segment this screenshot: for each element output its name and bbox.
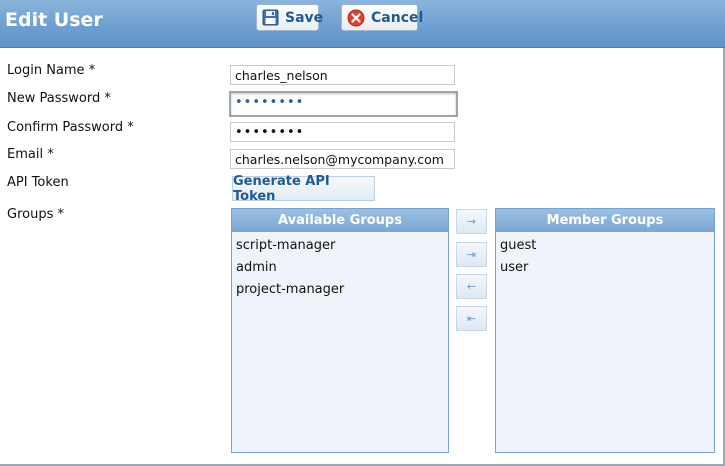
member-groups-header: Member Groups (496, 209, 714, 232)
arrow-right-all-icon: ⇥ (466, 248, 477, 261)
confirm-password-label: Confirm Password * (7, 120, 134, 135)
cancel-button[interactable]: Cancel (341, 4, 423, 31)
available-groups-list[interactable]: Available Groups script-manager admin proj… (231, 208, 449, 453)
remove-all-groups-button[interactable]: ⇤ (456, 306, 487, 331)
api-token-label: API Token (7, 175, 69, 190)
groups-label: Groups * (7, 207, 64, 222)
arrow-left-all-icon: ⇤ (466, 312, 477, 325)
new-password-label: New Password * (7, 91, 111, 106)
add-group-button[interactable]: → (456, 209, 487, 234)
add-all-groups-button[interactable]: ⇥ (456, 242, 487, 267)
new-password-field[interactable]: •••••••• (229, 91, 458, 117)
email-label: Email * (7, 147, 54, 162)
email-field[interactable]: charles.nelson@mycompany.com (230, 149, 455, 169)
list-item[interactable]: script-manager (236, 237, 444, 259)
generate-api-token-button[interactable]: Generate API Token (232, 174, 375, 204)
arrow-left-icon: ← (466, 280, 477, 293)
cancel-x-icon (347, 9, 365, 27)
available-groups-header: Available Groups (232, 209, 448, 232)
member-groups-list[interactable]: Member Groups guest user (495, 208, 715, 453)
floppy-disk-icon (262, 9, 279, 27)
page-title: Edit User (5, 9, 103, 31)
login-name-label: Login Name * (7, 63, 96, 78)
list-item[interactable]: user (500, 259, 710, 281)
confirm-password-field[interactable]: •••••••• (230, 122, 455, 142)
list-item[interactable]: project-manager (236, 281, 444, 303)
list-item[interactable]: admin (236, 259, 444, 281)
list-item[interactable]: guest (500, 237, 710, 259)
save-label: Save (285, 9, 324, 26)
remove-group-button[interactable]: ← (456, 274, 487, 299)
save-button[interactable]: Save (256, 4, 323, 31)
login-name-field[interactable]: charles_nelson (230, 65, 455, 85)
header-bar: Edit User Save Cancel (0, 0, 725, 48)
arrow-right-icon: → (466, 215, 477, 228)
cancel-label: Cancel (371, 9, 424, 26)
